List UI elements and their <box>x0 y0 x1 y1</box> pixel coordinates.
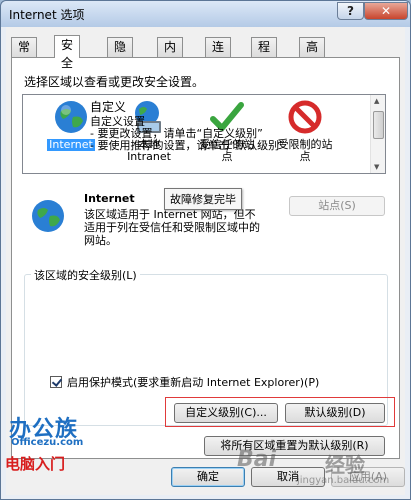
security-tab-panel: 选择区域以查看或更改安全设置。 Internet 本地 Intranet 受信任… <box>11 57 400 459</box>
custom-level-button[interactable]: 自定义级别(C)... <box>174 403 278 423</box>
protected-mode-option[interactable]: 启用保护模式(要求重新启动 Internet Explorer)(P) <box>50 374 319 390</box>
tab-privacy[interactable]: 隐私 <box>107 37 134 72</box>
security-level-name: 自定义 <box>90 100 127 114</box>
title-bar[interactable]: Internet 选项 ? ✕ <box>1 1 410 27</box>
watermark-site: Officezu.com <box>11 437 84 448</box>
protected-mode-checkbox[interactable] <box>50 376 62 388</box>
scroll-down-icon[interactable]: ▼ <box>374 163 379 171</box>
tab-connections[interactable]: 连接 <box>205 37 232 72</box>
ok-button[interactable]: 确定 <box>171 467 245 487</box>
tab-programs[interactable]: 程序 <box>251 37 278 72</box>
zone-prompt: 选择区域以查看或更改安全设置。 <box>24 75 205 89</box>
watermark-subtitle: 电脑入门 <box>5 455 66 473</box>
close-button[interactable]: ✕ <box>364 2 408 20</box>
sites-button[interactable]: 站点(S) <box>289 196 385 216</box>
security-level-description: 自定义设置 - 要更改设置，请单击“自定义级别” - 要使用推荐的设置，请单击“… <box>90 115 285 152</box>
window-title: Internet 选项 <box>9 8 85 22</box>
globe-icon <box>30 198 66 234</box>
scroll-thumb[interactable] <box>373 111 384 139</box>
cancel-button[interactable]: 取消 <box>251 467 325 487</box>
protected-mode-label: 启用保护模式(要求重新启动 Internet Explorer)(P) <box>67 376 320 389</box>
help-button[interactable]: ? <box>337 2 364 20</box>
internet-options-window: Internet 选项 ? ✕ 常规 安全 隐私 内容 连接 程序 高级 选择区… <box>0 0 411 500</box>
tab-security[interactable]: 安全 <box>54 35 81 70</box>
zone-detail-description: 该区域适用于 Internet 网站，但不适用于列在受信任和受限制区域中的网站。 <box>84 208 260 247</box>
apply-button[interactable]: 应用(A) <box>331 467 405 487</box>
officezu-watermark: 办公族 Officezu.com 电脑入门 <box>1 411 121 481</box>
tab-content[interactable]: 内容 <box>157 37 184 72</box>
scroll-up-icon[interactable]: ▲ <box>374 97 379 105</box>
zone-label: Internet <box>47 138 95 151</box>
tooltip: 故障修复完毕 <box>164 188 242 210</box>
reset-all-zones-button[interactable]: 将所有区域重置为默认级别(R) <box>204 436 385 456</box>
tab-advanced[interactable]: 高级 <box>299 37 326 72</box>
zone-detail-title: Internet <box>84 192 135 205</box>
globe-icon <box>53 99 89 135</box>
security-level-group-title: 该区域的安全级别(L) <box>31 267 140 283</box>
tab-general[interactable]: 常规 <box>11 37 38 72</box>
no-entry-icon <box>287 99 323 135</box>
default-level-button[interactable]: 默认级别(D) <box>285 403 385 423</box>
zone-list-scrollbar[interactable]: ▲ ▼ <box>370 95 385 173</box>
